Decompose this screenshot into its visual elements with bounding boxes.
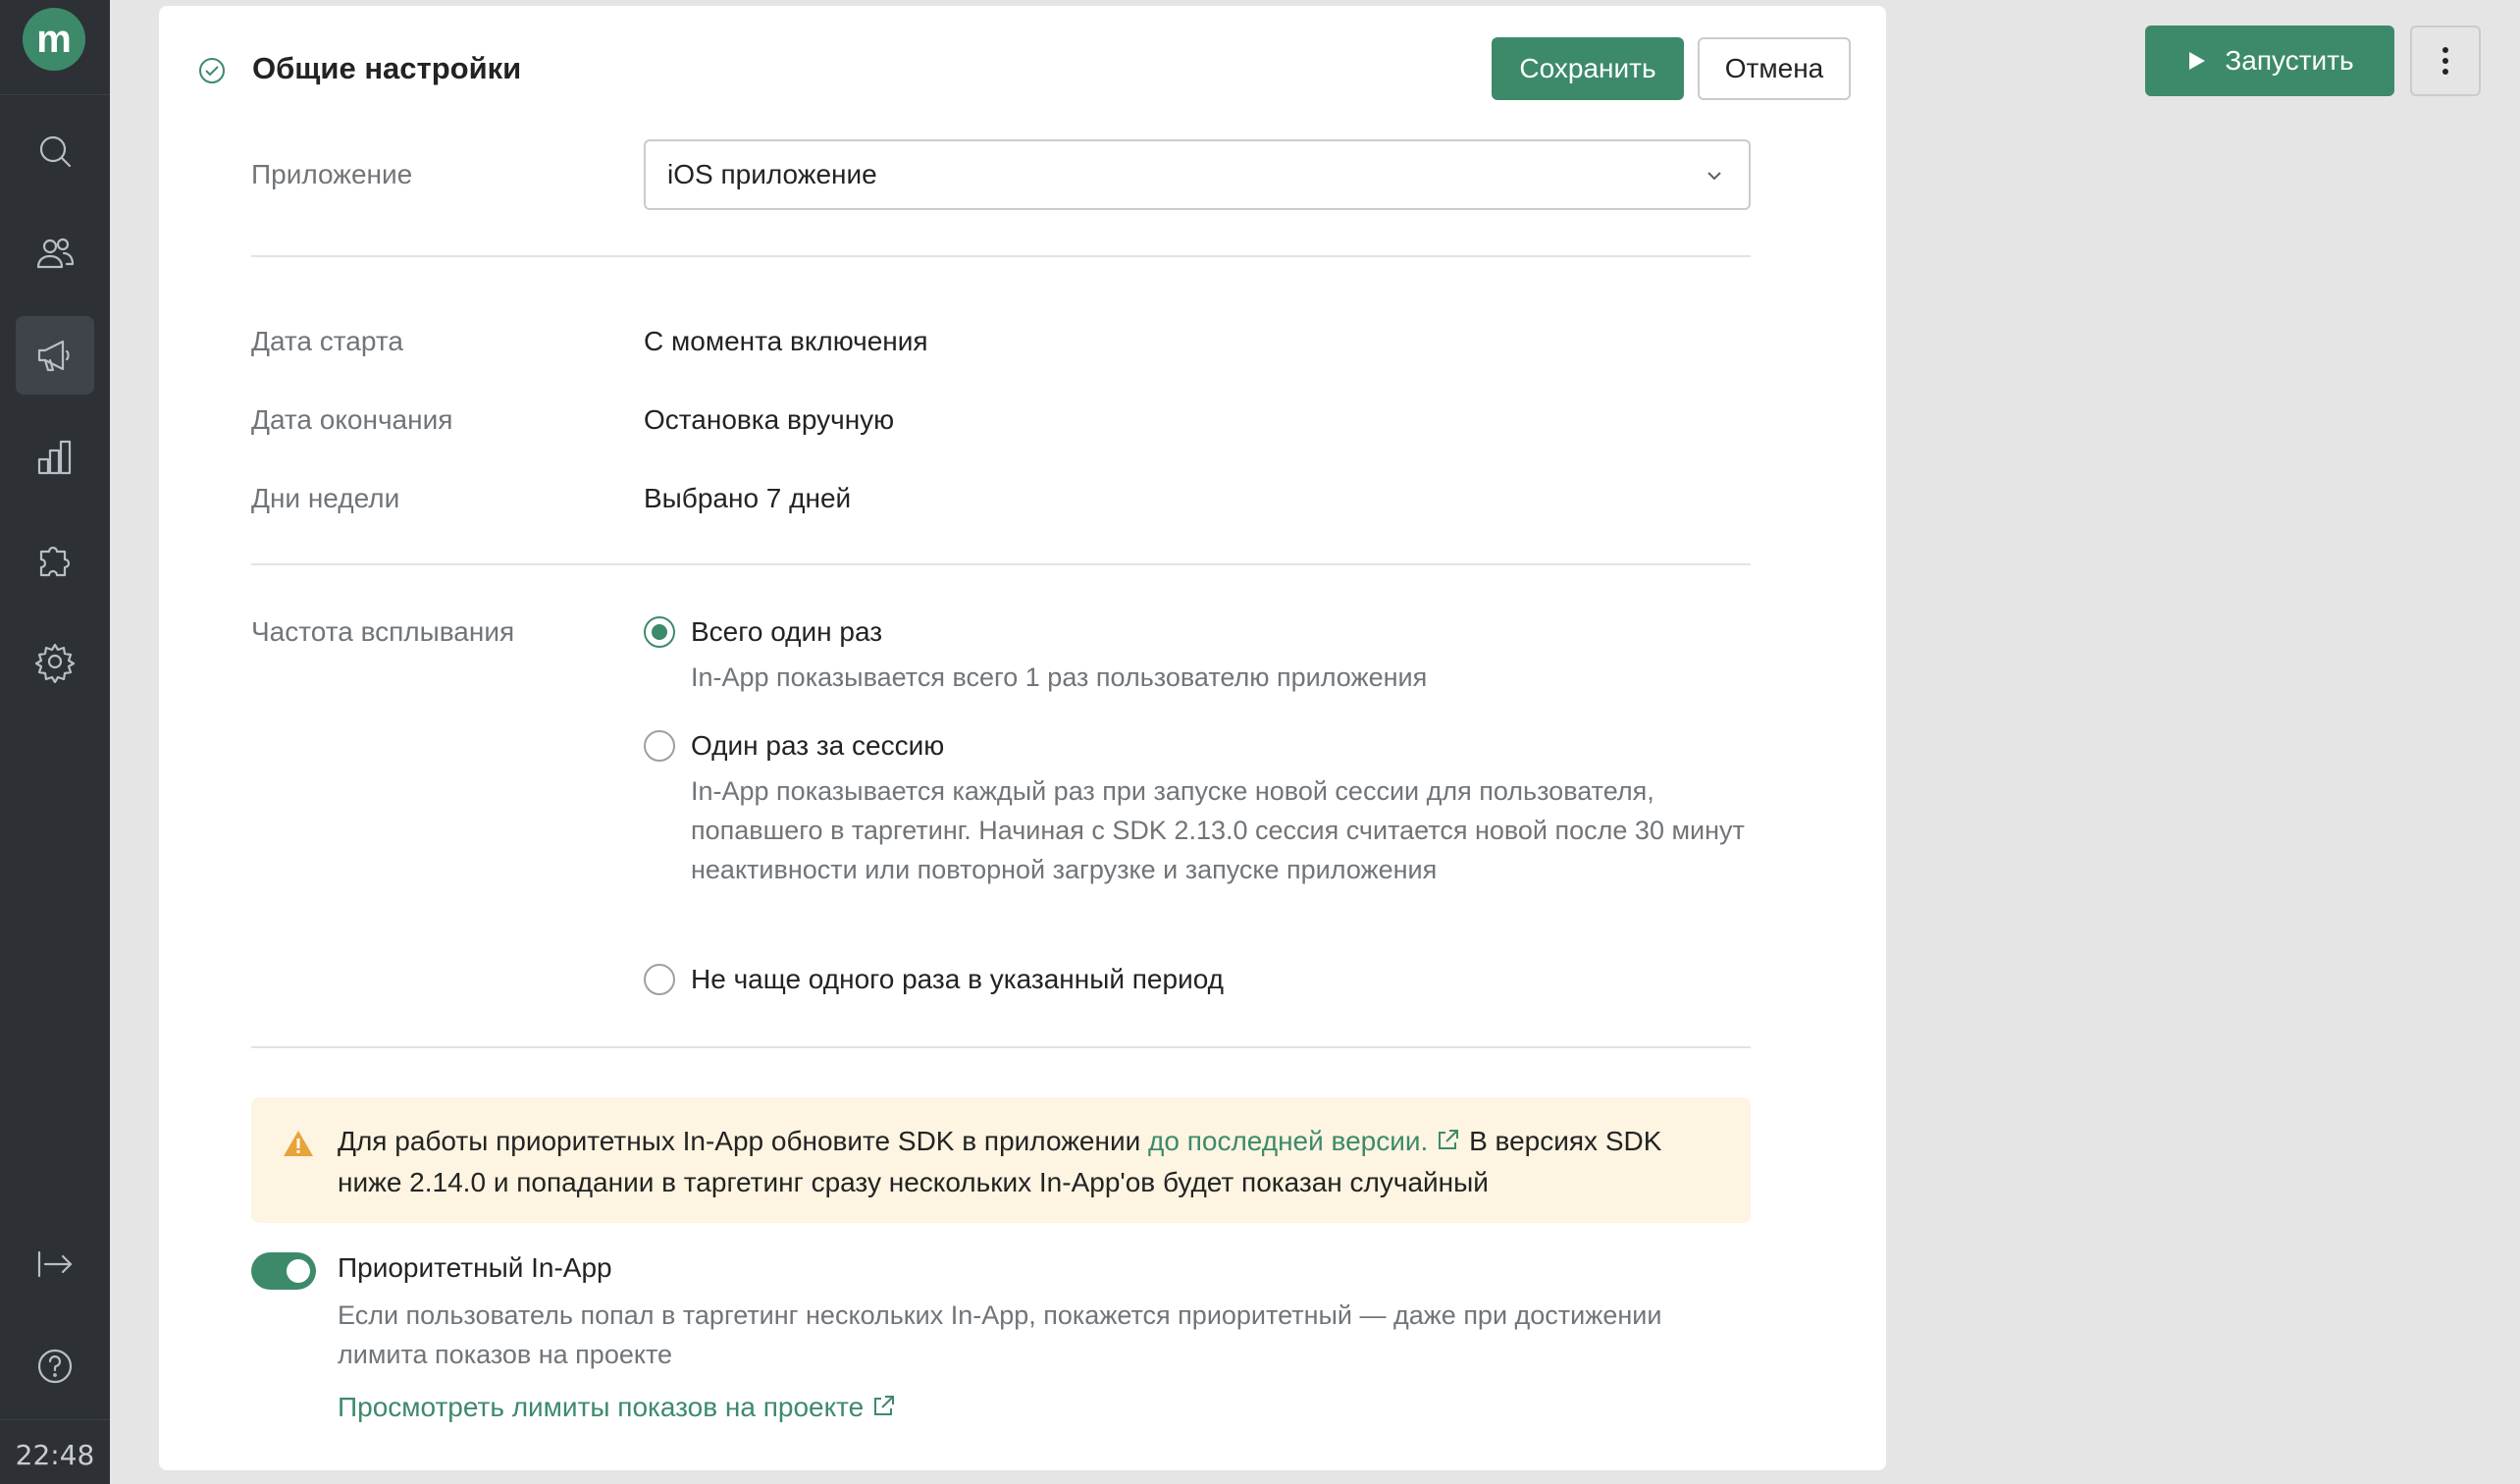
external-link-icon [874, 1396, 895, 1415]
users-icon [36, 238, 75, 269]
more-options-button[interactable] [2410, 26, 2481, 96]
option-once-title[interactable]: Всего один раз [691, 616, 882, 648]
priority-toggle[interactable] [251, 1252, 316, 1290]
external-link-icon [1439, 1130, 1459, 1149]
radio-once[interactable] [644, 616, 675, 648]
option-per-session-title[interactable]: Один раз за сессию [691, 730, 944, 762]
radio-per-period[interactable] [644, 964, 675, 995]
puzzle-icon [39, 546, 71, 577]
sidebar-item-campaigns[interactable] [16, 316, 94, 395]
clock: 22:48 [15, 1439, 95, 1471]
section-divider [251, 563, 1751, 565]
sidebar-divider [0, 94, 110, 95]
start-date-label: Дата старта [251, 326, 403, 356]
view-limits-link[interactable]: Просмотреть лимиты показов на проекте [338, 1392, 897, 1423]
run-button-label: Запустить [2225, 45, 2354, 76]
run-button[interactable]: Запустить [2145, 26, 2394, 96]
gear-icon [34, 643, 76, 683]
panel-title: Общие настройки [252, 51, 522, 85]
option-once-desc: In-App показывается всего 1 раз пользова… [691, 662, 1428, 692]
sdk-warning-alert: Для работы приоритетных In-App обновите … [251, 1097, 1751, 1223]
priority-title: Приоритетный In-App [338, 1252, 612, 1283]
help-icon [37, 1349, 73, 1384]
start-date-value[interactable]: С момента включения [644, 326, 928, 357]
view-limits-link-text: Просмотреть лимиты показов на проекте [338, 1392, 865, 1422]
chevron-down-icon [1707, 172, 1721, 181]
latest-version-link-text: до последней версии. [1148, 1126, 1429, 1156]
priority-desc: Если пользователь попал в таргетинг неск… [338, 1300, 1662, 1369]
megaphone-icon [37, 340, 70, 372]
latest-version-link[interactable]: до последней версии. [1148, 1126, 1461, 1156]
section-divider [251, 1046, 1751, 1048]
weekdays-label: Дни недели [251, 483, 400, 513]
end-date-value[interactable]: Остановка вручную [644, 404, 894, 436]
sidebar-item-settings[interactable] [16, 622, 94, 701]
check-circle-icon [199, 58, 225, 83]
cancel-button[interactable]: Отмена [1698, 37, 1851, 100]
search-icon [39, 135, 72, 168]
app-select[interactable]: iOS приложение [644, 139, 1751, 210]
alert-text-before: Для работы приоритетных In-App обновите … [338, 1126, 1149, 1156]
app-label: Приложение [251, 159, 413, 189]
sidebar-item-analytics[interactable] [16, 418, 94, 497]
logo-letter: m [36, 17, 72, 61]
warning-icon [284, 1131, 313, 1156]
save-button[interactable]: Сохранить [1492, 37, 1684, 100]
frequency-label: Частота всплывания [251, 616, 515, 647]
sidebar: m 22:48 [0, 0, 110, 1484]
app-select-value: iOS приложение [667, 159, 877, 189]
logo[interactable]: m [23, 8, 85, 71]
sidebar-item-search[interactable] [16, 112, 94, 190]
play-icon [2189, 52, 2206, 70]
weekdays-value[interactable]: Выбрано 7 дней [644, 483, 851, 514]
more-vertical-icon [2442, 47, 2448, 75]
end-date-label: Дата окончания [251, 404, 453, 435]
alert-text: Для работы приоритетных In-App обновите … [338, 1121, 1721, 1203]
chart-icon [37, 440, 72, 475]
sidebar-item-integrations[interactable] [16, 520, 94, 599]
sidebar-item-users[interactable] [16, 214, 94, 292]
general-settings-panel: Общие настройки Сохранить Отмена Приложе… [159, 6, 1886, 1470]
radio-per-session[interactable] [644, 730, 675, 762]
logout-icon [37, 1250, 73, 1278]
sidebar-divider [0, 1419, 110, 1420]
option-per-period-title[interactable]: Не чаще одного раза в указанный период [691, 964, 1224, 995]
sidebar-item-logout[interactable] [16, 1225, 94, 1303]
sidebar-item-help[interactable] [16, 1327, 94, 1405]
option-per-session-desc: In-App показывается каждый раз при запус… [691, 776, 1745, 884]
section-divider [251, 255, 1751, 257]
